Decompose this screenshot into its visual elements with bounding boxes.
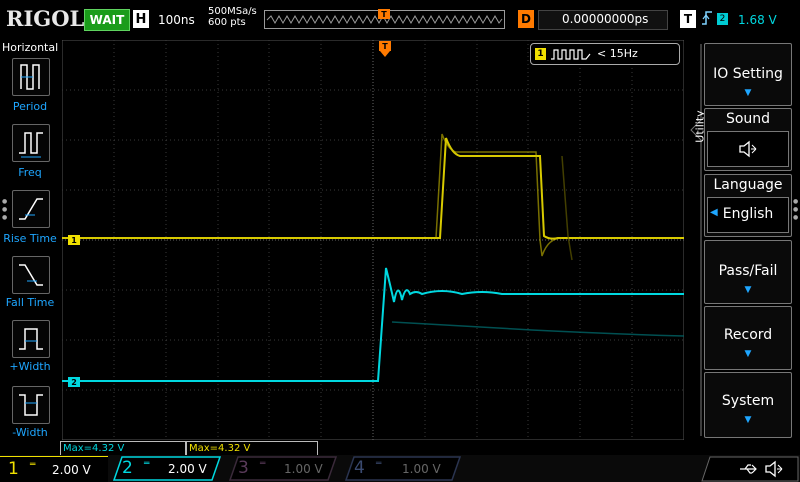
pulse-train-icon — [551, 49, 591, 60]
trigger-source-badge: 2 — [717, 13, 728, 25]
dc-coupling-icon: ═ — [260, 459, 266, 469]
record-button[interactable]: Record ▼ — [704, 306, 792, 370]
fall-time-label: Fall Time — [5, 296, 55, 309]
sample-rate: 500MSa/s — [208, 6, 257, 17]
ch1-offset-marker[interactable]: 1 — [68, 235, 80, 245]
period-button[interactable] — [12, 58, 50, 96]
timebase-badge[interactable]: H — [133, 10, 149, 28]
positive-width-label: +Width — [9, 360, 51, 373]
ch3-scale: 1.00 V — [284, 462, 323, 476]
menu-title-vertical: Utility — [690, 100, 707, 160]
sound-label: Sound — [725, 111, 771, 127]
trigger-position-arrow-icon — [380, 51, 390, 57]
ch1-tab[interactable]: 1 ═ 2.00 V — [0, 456, 108, 482]
system-button[interactable]: System ▼ — [704, 372, 792, 438]
chevron-down-icon: ▼ — [744, 88, 752, 98]
language-value: English — [722, 206, 774, 222]
period-icon — [20, 64, 40, 90]
ch3-tab[interactable]: 3 ═ 1.00 V — [228, 456, 338, 481]
chevron-down-icon: ▼ — [744, 349, 752, 359]
io-setting-button[interactable]: IO Setting ▼ — [704, 43, 792, 106]
ch4-tab[interactable]: 4 ═ 1.00 V — [344, 456, 462, 481]
ch1-number: 1 — [8, 459, 19, 479]
trigger-position-marker[interactable]: T — [379, 41, 391, 51]
sound-button[interactable]: Sound — [704, 108, 792, 171]
frequency-readout: < 15Hz — [597, 47, 638, 60]
fall-time-button[interactable] — [12, 256, 50, 294]
frequency-source-badge: 1 — [535, 48, 546, 60]
chevron-down-icon: ▼ — [744, 285, 752, 295]
ch3-number: 3 — [238, 458, 249, 478]
frequency-label: Freq — [18, 166, 42, 179]
trigger-level-readout: 1.68 V — [738, 13, 777, 27]
trigger-badge[interactable]: T — [680, 10, 696, 28]
ch4-number: 4 — [354, 458, 365, 478]
memory-depth: 600 pts — [208, 17, 246, 28]
rigol-logo: RIGOL — [6, 6, 85, 31]
rise-time-button[interactable] — [12, 190, 50, 228]
ch4-scale: 1.00 V — [402, 462, 441, 476]
rising-edge-icon — [700, 9, 714, 31]
rise-time-icon — [19, 198, 43, 220]
positive-width-button[interactable] — [12, 320, 50, 358]
speaker-icon — [739, 140, 757, 158]
ch2-tab[interactable]: 2 ═ 2.00 V — [112, 456, 222, 481]
dc-coupling-icon: ═ — [30, 460, 36, 470]
usb-icon — [740, 464, 757, 474]
ch2-max-measurement: Max=4.32 V — [60, 441, 186, 456]
negative-width-button[interactable] — [12, 386, 50, 424]
acquisition-info: 500MSa/s 600 pts — [208, 6, 257, 28]
delay-badge[interactable]: D — [518, 10, 534, 28]
chevron-down-icon: ▼ — [744, 415, 752, 425]
negative-width-icon — [19, 394, 43, 416]
ch2-scale: 2.00 V — [168, 462, 207, 476]
language-label: Language — [713, 177, 783, 193]
dc-coupling-icon: ═ — [144, 459, 150, 469]
memory-trigger-marker: T — [378, 9, 390, 19]
positive-width-icon — [19, 328, 43, 350]
sound-toggle[interactable] — [707, 131, 789, 167]
record-label: Record — [723, 327, 773, 343]
left-panel-title: Horizontal — [2, 41, 59, 54]
delay-readout: 0.00000000ps — [562, 12, 649, 26]
ch1-max-measurement: Max=4.32 V — [186, 441, 318, 456]
speaker-icon — [765, 460, 783, 478]
negative-width-label: -Width — [12, 426, 48, 439]
language-select[interactable]: ◀ English — [707, 197, 789, 233]
right-scroll-dots: ● ● ● — [793, 198, 799, 221]
pass-fail-button[interactable]: Pass/Fail ▼ — [704, 240, 792, 304]
io-setting-label: IO Setting — [713, 66, 783, 82]
period-label: Period — [12, 100, 48, 113]
ch1-scale: 2.00 V — [52, 463, 91, 477]
ch2-number: 2 — [122, 458, 133, 478]
rise-time-label: Rise Time — [3, 232, 57, 245]
timebase-readout: 100ns — [158, 13, 195, 27]
dc-coupling-icon: ═ — [376, 459, 382, 469]
language-button[interactable]: Language ◀ English — [704, 174, 792, 237]
left-scroll-dots: ● ● ● — [2, 198, 8, 221]
waveform-grid — [61, 39, 685, 441]
run-status-badge[interactable]: WAIT — [84, 9, 130, 31]
frequency-icon — [19, 132, 43, 158]
frequency-button[interactable] — [12, 124, 50, 162]
pass-fail-label: Pass/Fail — [718, 263, 778, 279]
frequency-counter-box[interactable]: 1 < 15Hz — [530, 43, 680, 65]
waveform-display[interactable] — [61, 39, 685, 441]
ch2-offset-marker[interactable]: 2 — [68, 377, 80, 387]
fall-time-icon — [19, 264, 43, 286]
system-label: System — [721, 393, 775, 409]
